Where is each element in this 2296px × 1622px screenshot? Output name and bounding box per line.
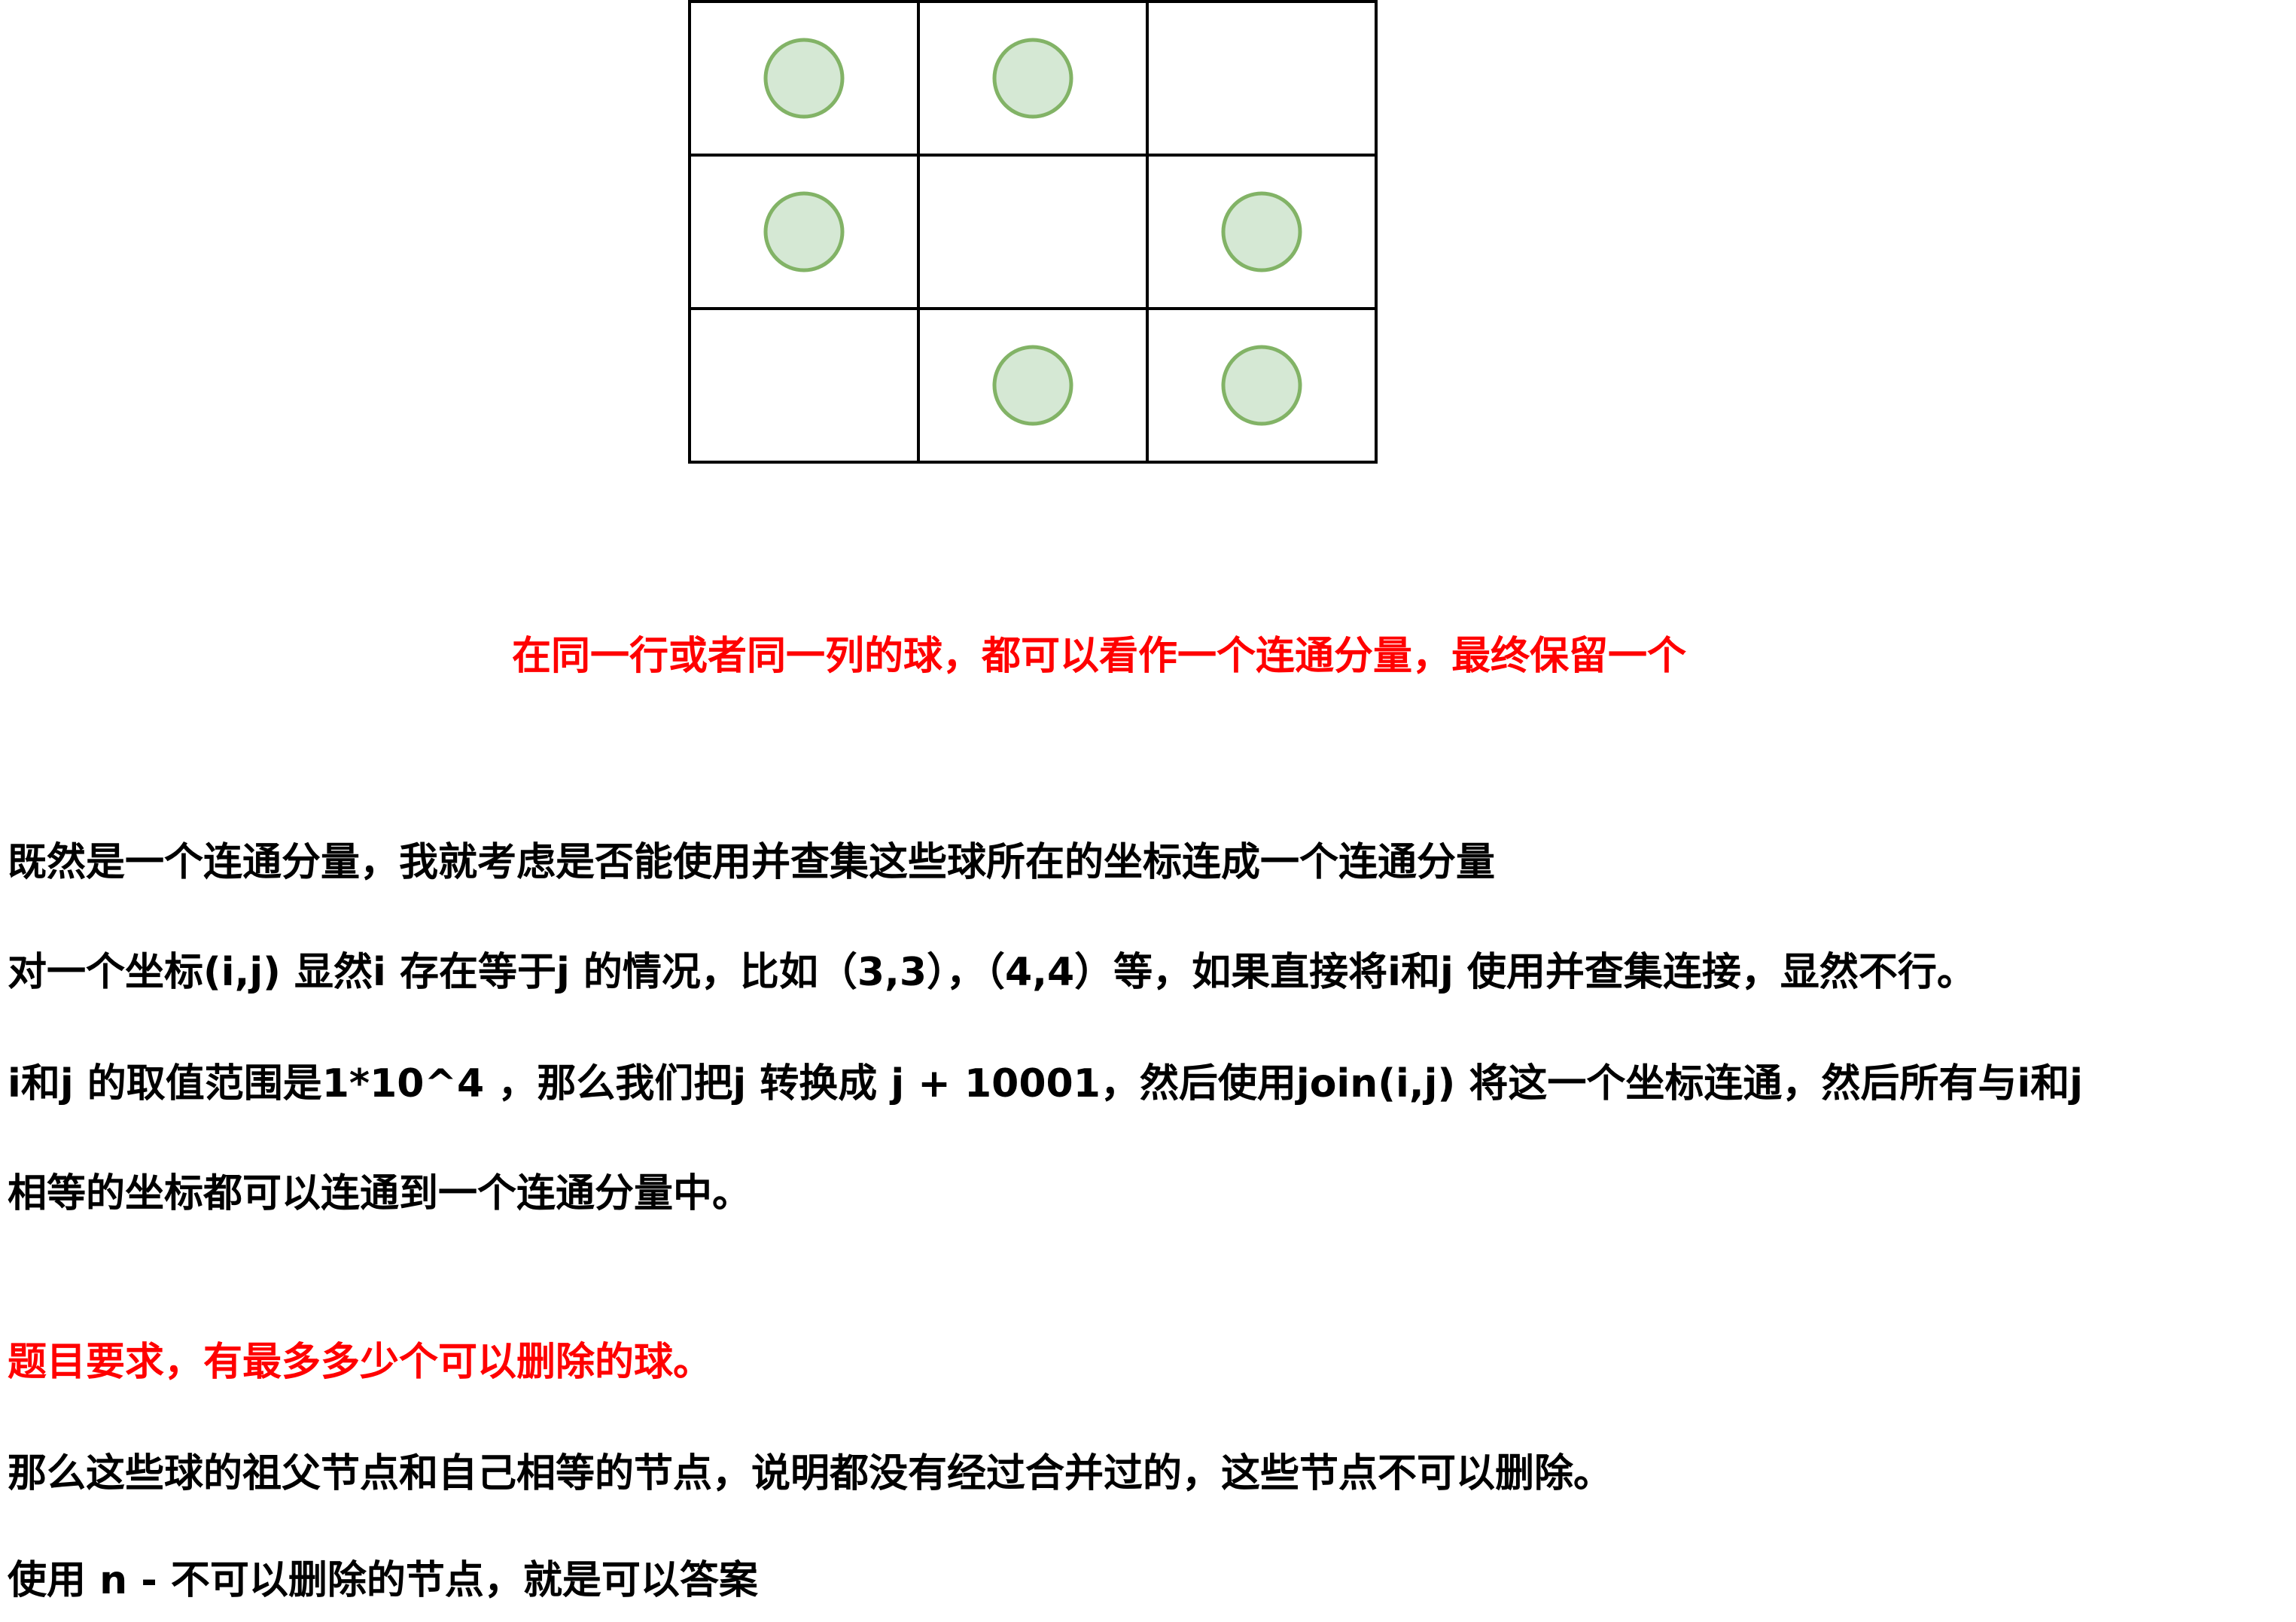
explanation-line-6: 那么这些球的祖父节点和自己相等的节点，说明都没有经过合并过的，这些节点不可以删除… [8, 1451, 1613, 1496]
ball-2-1 [992, 345, 1073, 426]
grid-cell-1-1 [917, 154, 1149, 310]
heading-connected-components: 在同一行或者同一列的球，都可以看作一个连通分量，最终保留一个 [511, 634, 1686, 679]
explanation-line-1: 既然是一个连通分量，我就考虑是否能使用并查集这些球所在的坐标连成一个连通分量 [8, 840, 1496, 885]
explanation-line-3: i和j 的取值范围是1*10^4 ，那么我们把j 转换成 j + 10001，然… [8, 1061, 2083, 1106]
ball-0-1 [992, 38, 1073, 119]
grid-cell-2-0 [688, 307, 920, 464]
ball-2-2 [1221, 345, 1302, 426]
grid-cell-0-2 [1146, 0, 1378, 157]
explanation-line-2: 对一个坐标(i,j) 显然i 存在等于j 的情况，比如（3,3），（4,4）等，… [8, 950, 1976, 995]
ball-1-0 [763, 191, 845, 272]
question-requirement: 题目要求，有最多多少个可以删除的球。 [8, 1340, 713, 1385]
ball-1-2 [1221, 191, 1302, 272]
answer-line: 使用 n - 不可以删除的节点，就是可以答案 [8, 1558, 758, 1603]
explanation-line-4: 相等的坐标都可以连通到一个连通分量中。 [8, 1171, 752, 1216]
ball-0-0 [763, 38, 845, 119]
